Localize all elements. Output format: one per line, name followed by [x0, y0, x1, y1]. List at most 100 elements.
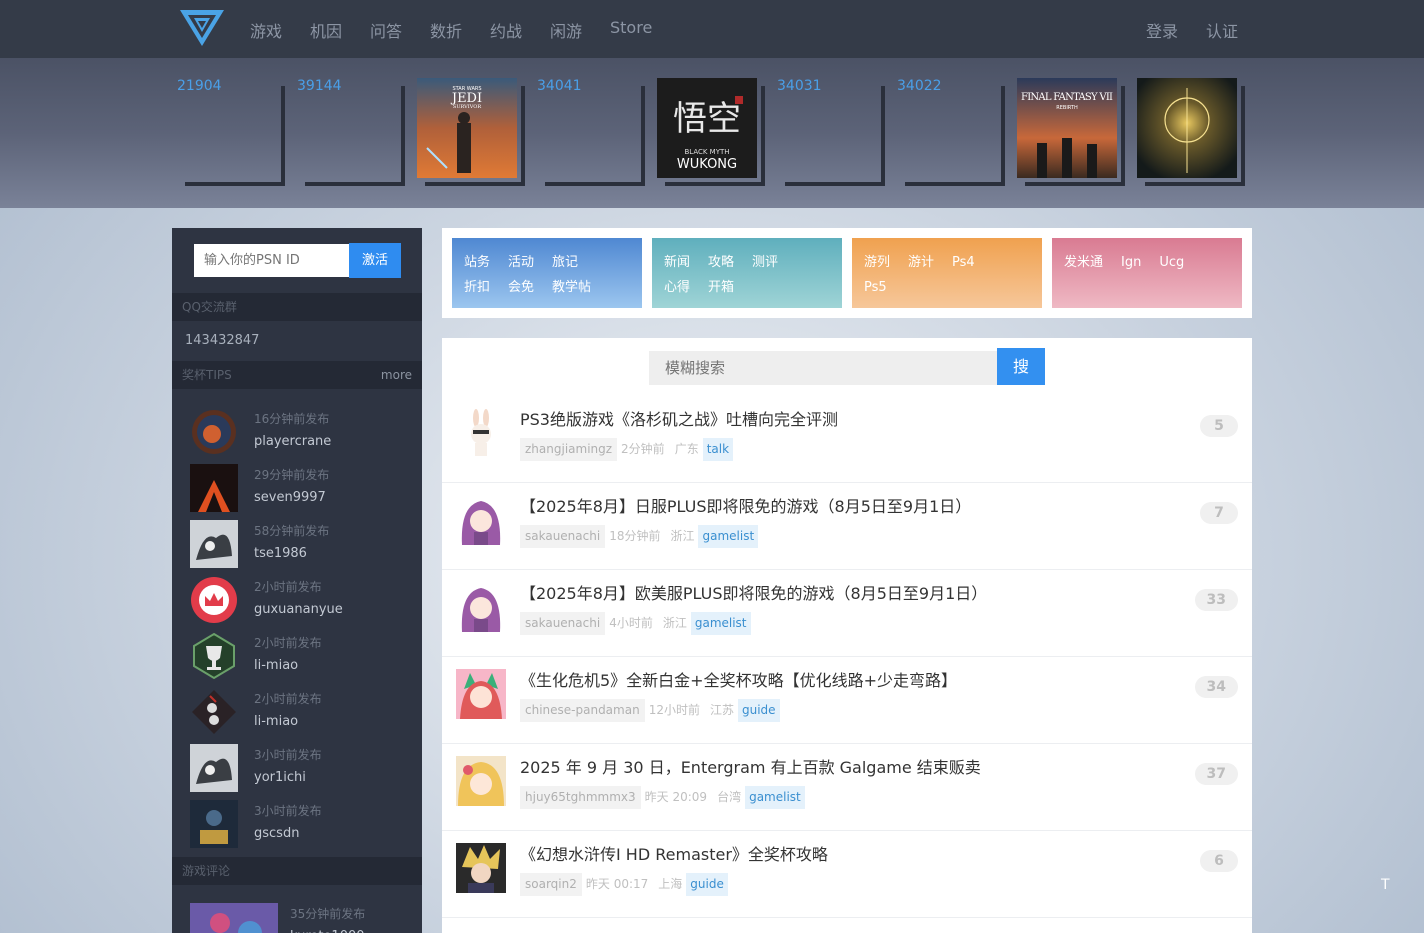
topic-tag[interactable]: guide	[686, 873, 728, 896]
topic-author[interactable]: hjuy65tghmmmx3	[520, 786, 641, 809]
category-box-site: 站务 活动 旅记 折扣 会免 教学帖	[452, 238, 642, 308]
site-logo-icon[interactable]	[178, 8, 226, 48]
topic-tag[interactable]: gamelist	[745, 786, 805, 809]
game-cover-jedi[interactable]: STAR WARS JEDI SURVIVOR	[417, 78, 525, 186]
tip-user[interactable]: seven9997	[254, 490, 326, 505]
topic-meta: soarqin2 昨天 00:17 上海 guide	[520, 873, 728, 896]
list-item[interactable]: 35分钟前发布 kuroto1000	[190, 903, 420, 933]
category-link[interactable]: 开箱	[708, 275, 734, 300]
topic-author[interactable]: sakauenachi	[520, 525, 606, 548]
topic-author[interactable]: soarqin2	[520, 873, 582, 896]
game-cover[interactable]: 39144	[297, 78, 405, 186]
topic-title[interactable]: 《幻想水浒传I HD Remaster》全奖杯攻略	[520, 841, 828, 865]
nav-item-battle[interactable]: 约战	[490, 18, 522, 42]
category-link[interactable]: Ucg	[1159, 250, 1184, 275]
tip-user[interactable]: yor1ichi	[254, 770, 306, 785]
category-link[interactable]: 折扣	[464, 275, 490, 300]
top-nav: 游戏 机因 问答 数折 约战 闲游 Store 登录 认证	[0, 0, 1424, 58]
game-cover-banner: 21904 39144 STAR WARS JEDI SURVIVOR 3404…	[0, 58, 1424, 208]
category-link[interactable]: 教学帖	[552, 275, 591, 300]
avatar	[456, 843, 506, 893]
category-link[interactable]: 站务	[464, 250, 490, 275]
nav-item-discount[interactable]: 数折	[430, 18, 462, 42]
category-link[interactable]: Ign	[1121, 250, 1141, 275]
tip-user[interactable]: tse1986	[254, 546, 307, 561]
nav-item-leisure[interactable]: 闲游	[550, 18, 582, 42]
verify-link[interactable]: 认证	[1206, 18, 1238, 42]
topic-author[interactable]: sakauenachi	[520, 612, 606, 635]
back-to-top-button[interactable]: T	[1381, 877, 1390, 893]
login-link[interactable]: 登录	[1146, 18, 1178, 42]
nav-item-jiyin[interactable]: 机因	[310, 18, 342, 42]
reply-count-badge: 6	[1200, 850, 1238, 872]
topic-title[interactable]: 【2025年8月】欧美服PLUS即将限免的游戏（8月5日至9月1日）	[520, 580, 987, 604]
topic-title[interactable]: 《生化危机5》全新白金+全奖杯攻略【优化线路+少走弯路】	[520, 667, 957, 691]
table-row[interactable]: 《幻想水浒传I HD Remaster》全奖杯攻略 soarqin2 昨天 00:…	[442, 831, 1252, 918]
activate-button[interactable]: 激活	[349, 243, 401, 278]
game-cover-elden[interactable]	[1137, 78, 1245, 186]
reply-count-badge: 5	[1200, 415, 1238, 437]
category-link[interactable]: Ps5	[864, 275, 887, 300]
tip-user[interactable]: li-miao	[254, 714, 298, 729]
category-link[interactable]: 心得	[664, 275, 690, 300]
category-link[interactable]: 测评	[752, 250, 778, 275]
table-row[interactable]: PS3绝版游戏《洛杉矶之战》吐槽向完全评测 zhangjiamingz 2分钟前广…	[442, 396, 1252, 483]
game-cover-wukong[interactable]: 悟空 BLACK MYTH WUKONG	[657, 78, 765, 186]
category-link[interactable]: 旅记	[552, 250, 578, 275]
search-input[interactable]	[649, 351, 997, 385]
topic-location: 江苏	[709, 703, 734, 717]
search-button[interactable]: 搜	[997, 348, 1045, 385]
topic-tag[interactable]: talk	[702, 438, 734, 461]
category-link[interactable]: Ps4	[952, 250, 975, 275]
nav-item-store[interactable]: Store	[610, 18, 652, 37]
topic-tag[interactable]: guide	[737, 699, 780, 722]
tip-user[interactable]: gscsdn	[254, 826, 299, 841]
category-panel: 站务 活动 旅记 折扣 会免 教学帖 新闻 攻略 测评 心得 开箱 游列 游计 Ps4 Ps5 发…	[442, 228, 1252, 318]
tip-user[interactable]: li-miao	[254, 658, 298, 673]
topic-tag[interactable]: gamelist	[698, 525, 759, 548]
game-cover[interactable]: 34031	[777, 78, 885, 186]
category-link[interactable]: 发米通	[1064, 250, 1103, 275]
category-box-news: 新闻 攻略 测评 心得 开箱	[652, 238, 842, 308]
category-link[interactable]: 攻略	[708, 250, 734, 275]
more-link[interactable]: more	[381, 361, 412, 389]
nav-item-games[interactable]: 游戏	[250, 18, 282, 42]
tip-user[interactable]: playercrane	[254, 434, 331, 449]
table-row[interactable]: 【2025年8月】欧美服PLUS即将限免的游戏（8月5日至9月1日） sakau…	[442, 570, 1252, 657]
list-item[interactable]: 16分钟前发布 playercrane	[190, 408, 410, 458]
review-user[interactable]: kuroto1000	[290, 929, 365, 933]
game-cover-ff7[interactable]: FINAL FANTASY VII REBIRTH	[1017, 78, 1125, 186]
topic-title[interactable]: 2025 年 9 月 30 日，Entergram 有上百款 Galgame 结…	[520, 754, 981, 778]
tip-user[interactable]: guxuananyue	[254, 602, 343, 617]
list-item[interactable]: 29分钟前发布 seven9997	[190, 464, 410, 514]
list-item[interactable]: 3小时前发布 gscsdn	[190, 800, 410, 850]
topic-title[interactable]: 【2025年8月】日服PLUS即将限免的游戏（8月5日至9月1日）	[520, 493, 971, 517]
category-link[interactable]: 活动	[508, 250, 534, 275]
game-cover[interactable]: 21904	[177, 78, 285, 186]
list-item[interactable]: 3小时前发布 yor1ichi	[190, 744, 410, 794]
nav-item-qa[interactable]: 问答	[370, 18, 402, 42]
table-row[interactable]: 2025 年 9 月 30 日，Entergram 有上百款 Galgame 结…	[442, 744, 1252, 831]
list-item[interactable]: 58分钟前发布 tse1986	[190, 520, 410, 570]
list-item[interactable]: 2小时前发布 li-miao	[190, 632, 410, 682]
table-row[interactable]: 【2025年8月】日服PLUS即将限免的游戏（8月5日至9月1日） sakaue…	[442, 483, 1252, 570]
avatar	[456, 495, 506, 545]
psn-id-input[interactable]	[194, 244, 350, 277]
list-item[interactable]: 2小时前发布 li-miao	[190, 688, 410, 738]
category-link[interactable]: 游列	[864, 250, 890, 275]
topic-meta: chinese-pandaman 12小时前 江苏 guide	[520, 699, 780, 722]
game-cover[interactable]: 34022	[897, 78, 1005, 186]
list-item[interactable]: 2小时前发布 guxuananyue	[190, 576, 410, 626]
tip-time: 2小时前发布	[254, 692, 322, 706]
topic-title[interactable]: PS3绝版游戏《洛杉矶之战》吐槽向完全评测	[520, 406, 838, 430]
broken-image-label: 34031	[777, 78, 822, 94]
topic-author[interactable]: zhangjiamingz	[520, 438, 618, 461]
category-link[interactable]: 游计	[908, 250, 934, 275]
table-row[interactable]: 《生化危机5》全新白金+全奖杯攻略【优化线路+少走弯路】 chinese-pan…	[442, 657, 1252, 744]
category-link[interactable]: 会免	[508, 275, 534, 300]
game-cover[interactable]: 34041	[537, 78, 645, 186]
avatar	[190, 800, 238, 848]
topic-author[interactable]: chinese-pandaman	[520, 699, 645, 722]
category-link[interactable]: 新闻	[664, 250, 690, 275]
topic-tag[interactable]: gamelist	[690, 612, 751, 635]
